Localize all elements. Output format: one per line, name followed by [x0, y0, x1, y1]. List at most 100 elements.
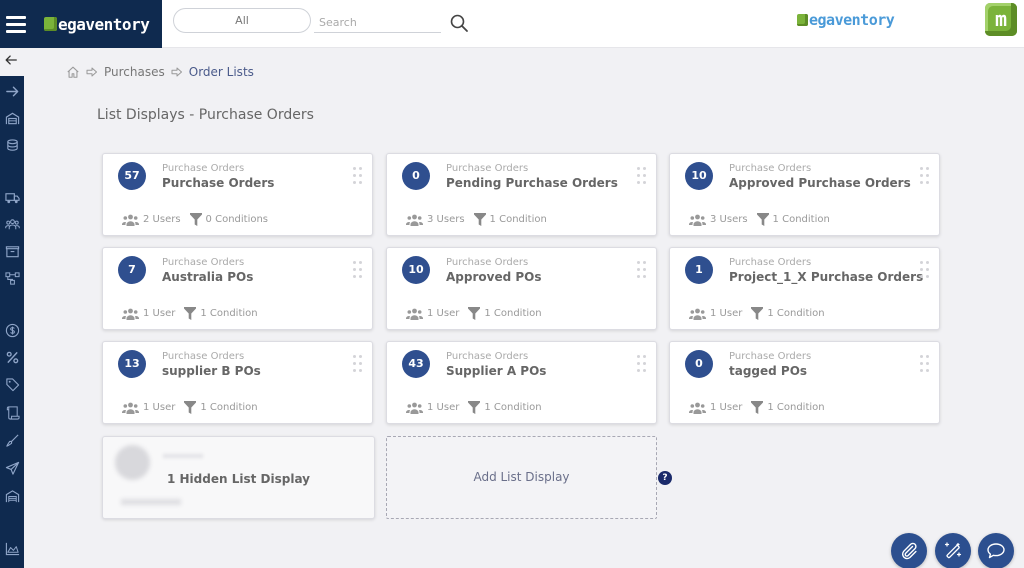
- card-users: 1 User: [427, 308, 460, 319]
- top-bar: egaventory All egaventory m: [0, 0, 1024, 48]
- card-title: tagged POs: [729, 364, 808, 378]
- list-display-card[interactable]: 0 Purchase Orders Pending Purchase Order…: [386, 153, 657, 236]
- count-badge: 43: [402, 350, 430, 378]
- list-display-card[interactable]: 57 Purchase Orders Purchase Orders 2 Use…: [102, 153, 373, 236]
- menu-icon[interactable]: [6, 16, 26, 33]
- filter-icon: [468, 307, 481, 320]
- layers-icon[interactable]: [2, 135, 22, 155]
- drag-handle-icon[interactable]: [353, 261, 363, 279]
- filter-icon: [751, 307, 764, 320]
- card-meta: 3 Users 1 Condition: [689, 213, 830, 226]
- brush-icon[interactable]: [2, 430, 22, 450]
- card-conditions: 1 Condition: [767, 402, 825, 413]
- filter-icon: [756, 213, 769, 226]
- card-meta: 3 Users 1 Condition: [406, 213, 547, 226]
- box-icon[interactable]: [2, 241, 22, 261]
- count-badge: 13: [118, 350, 146, 378]
- drag-handle-icon[interactable]: [353, 167, 363, 185]
- filter-icon: [184, 307, 197, 320]
- chart-icon[interactable]: [2, 538, 22, 558]
- card-meta: 1 User 1 Condition: [689, 401, 825, 414]
- card-meta: 1 User 1 Condition: [406, 401, 542, 414]
- add-list-display-button[interactable]: Add List Display: [386, 436, 657, 519]
- card-users: 1 User: [143, 308, 176, 319]
- card-users: 1 User: [143, 402, 176, 413]
- users-icon: [122, 308, 139, 320]
- garage-icon[interactable]: [2, 486, 22, 506]
- workflow-icon[interactable]: [2, 268, 22, 288]
- percent-icon[interactable]: [2, 347, 22, 367]
- breadcrumb-purchases[interactable]: Purchases: [104, 65, 165, 79]
- brand-logo[interactable]: egaventory: [44, 14, 150, 34]
- list-display-card[interactable]: 10 Purchase Orders Approved POs 1 User 1…: [386, 247, 657, 330]
- search-scope-select[interactable]: All: [173, 8, 311, 33]
- users-icon: [122, 214, 139, 226]
- blurred-meta: [121, 499, 181, 505]
- users-icon: [689, 308, 706, 320]
- drag-handle-icon[interactable]: [920, 355, 930, 373]
- card-category: Purchase Orders: [162, 351, 245, 362]
- card-title: Australia POs: [162, 270, 254, 284]
- card-category: Purchase Orders: [446, 257, 529, 268]
- list-display-card[interactable]: 1 Purchase Orders Project_1_X Purchase O…: [669, 247, 940, 330]
- search-input[interactable]: [314, 13, 441, 33]
- card-title: supplier B POs: [162, 364, 261, 378]
- users-icon[interactable]: [2, 214, 22, 234]
- attachment-button[interactable]: [891, 533, 927, 568]
- card-conditions: 1 Condition: [484, 308, 542, 319]
- card-category: Purchase Orders: [162, 257, 245, 268]
- drag-handle-icon[interactable]: [920, 261, 930, 279]
- list-display-card[interactable]: 7 Purchase Orders Australia POs 1 User 1…: [102, 247, 373, 330]
- truck-icon[interactable]: [2, 187, 22, 207]
- count-badge: 1: [685, 256, 713, 284]
- magic-wand-button[interactable]: [935, 533, 971, 568]
- breadcrumb-order-lists[interactable]: Order Lists: [189, 65, 254, 79]
- chat-button[interactable]: [978, 533, 1014, 568]
- home-icon[interactable]: [66, 65, 80, 79]
- hidden-list-display-label: 1 Hidden List Display: [166, 472, 310, 486]
- list-display-card[interactable]: 10 Purchase Orders Approved Purchase Ord…: [669, 153, 940, 236]
- count-badge: 0: [402, 162, 430, 190]
- send-icon[interactable]: [2, 458, 22, 478]
- card-users: 1 User: [427, 402, 460, 413]
- help-icon[interactable]: ?: [658, 471, 672, 485]
- chat-bubble-icon: [987, 543, 1005, 559]
- drag-handle-icon[interactable]: [637, 355, 647, 373]
- back-arrow-icon[interactable]: [0, 52, 22, 72]
- users-icon: [689, 402, 706, 414]
- count-badge: 0: [685, 350, 713, 378]
- dollar-icon[interactable]: [2, 320, 22, 340]
- arrow-separator-icon: [171, 67, 182, 77]
- users-icon: [406, 402, 423, 414]
- users-icon: [689, 214, 706, 226]
- drag-handle-icon[interactable]: [637, 261, 647, 279]
- list-display-card[interactable]: 13 Purchase Orders supplier B POs 1 User…: [102, 341, 373, 424]
- expand-sidebar-icon[interactable]: [2, 81, 22, 101]
- card-category: Purchase Orders: [446, 351, 529, 362]
- drag-handle-icon[interactable]: [637, 167, 647, 185]
- list-display-card[interactable]: 43 Purchase Orders Supplier A POs 1 User…: [386, 341, 657, 424]
- brand-name: egaventory: [58, 14, 150, 34]
- arrow-separator-icon: [86, 67, 97, 77]
- tag-icon[interactable]: [2, 374, 22, 394]
- app-switcher-icon[interactable]: m: [985, 3, 1017, 36]
- card-meta: 2 Users 0 Conditions: [122, 213, 268, 226]
- card-conditions: 1 Condition: [484, 402, 542, 413]
- list-display-card[interactable]: 0 Purchase Orders tagged POs 1 User 1 Co…: [669, 341, 940, 424]
- card-conditions: 1 Condition: [772, 214, 830, 225]
- hidden-list-display-card[interactable]: 1 Hidden List Display: [102, 436, 375, 519]
- drag-handle-icon[interactable]: [920, 167, 930, 185]
- breadcrumb: Purchases Order Lists: [66, 64, 260, 80]
- card-category: Purchase Orders: [729, 163, 812, 174]
- card-conditions: 1 Condition: [767, 308, 825, 319]
- search-icon[interactable]: [449, 13, 469, 33]
- brand-block: egaventory: [0, 0, 162, 48]
- users-icon: [122, 402, 139, 414]
- drag-handle-icon[interactable]: [353, 355, 363, 373]
- logo-cube-icon: [797, 14, 808, 26]
- card-category: Purchase Orders: [729, 257, 812, 268]
- page-title: List Displays - Purchase Orders: [97, 107, 314, 123]
- card-users: 3 Users: [710, 214, 748, 225]
- scroll-icon[interactable]: [2, 402, 22, 422]
- warehouse-icon[interactable]: [2, 108, 22, 128]
